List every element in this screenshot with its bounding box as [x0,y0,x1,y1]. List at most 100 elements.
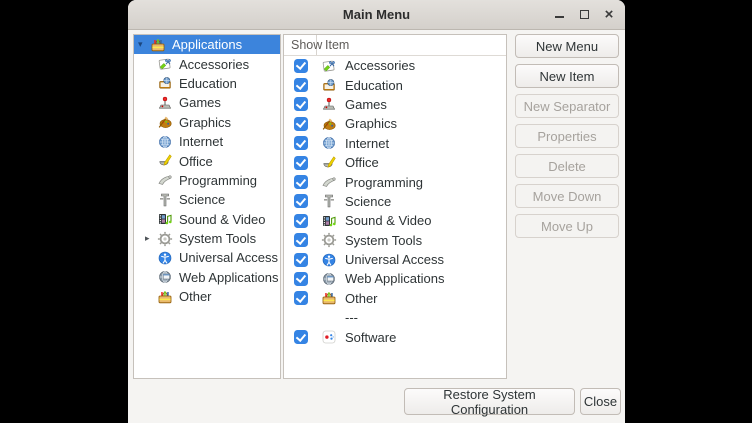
titlebar[interactable]: Main Menu × [128,0,625,30]
applications-icon [150,37,166,53]
show-checkbox[interactable] [294,233,308,247]
show-checkbox-cell [284,233,317,247]
show-checkbox-cell [284,194,317,208]
show-checkbox-cell [284,136,317,150]
list-row-graphics[interactable]: Graphics [284,114,506,133]
show-checkbox[interactable] [294,175,308,189]
tree-row-accessories[interactable]: Accessories [134,54,280,73]
list-row-software[interactable]: Software [284,327,506,346]
show-checkbox[interactable] [294,156,308,170]
tree-item-label: Internet [179,134,223,149]
new-menu-button[interactable]: New Menu [515,34,619,58]
list-row-sound-video[interactable]: Sound & Video [284,211,506,230]
show-checkbox[interactable] [294,59,308,73]
properties-button: Properties [515,124,619,148]
show-checkbox[interactable] [294,253,308,267]
move-down-button: Move Down [515,184,619,208]
tree-item-label: Applications [172,37,242,52]
new-item-button[interactable]: New Item [515,64,619,88]
list-header: Show Item [284,35,506,56]
tree-row-office[interactable]: Office [134,151,280,170]
show-checkbox[interactable] [294,194,308,208]
list-row-system-tools[interactable]: System Tools [284,231,506,250]
list-item-label: Accessories [345,58,415,73]
close-window-button[interactable]: × [601,7,617,23]
list-item-label: Science [345,194,391,209]
sound-video-icon [321,213,337,229]
column-header-show[interactable]: Show [284,35,317,55]
show-checkbox[interactable] [294,291,308,305]
office-icon [321,155,337,171]
graphics-icon [157,114,173,130]
tree-row-web-applications[interactable]: Web Applications [134,268,280,287]
list-item-label: Internet [345,136,389,151]
internet-icon [157,134,173,150]
show-checkbox-cell [284,59,317,73]
show-checkbox[interactable] [294,214,308,228]
menu-tree-panel: ▾ Applications Accessories Education GamesGr… [133,34,281,379]
list-item-label: Other [345,291,378,306]
list-row-universal-access[interactable]: Universal Access [284,250,506,269]
office-icon [157,153,173,169]
show-checkbox-cell [284,214,317,228]
show-checkbox[interactable] [294,272,308,286]
tree-row-programming[interactable]: Programming [134,171,280,190]
tree-row-education[interactable]: Education [134,74,280,93]
list-item-label: --- [345,310,358,325]
tree-row-science[interactable]: Science [134,190,280,209]
list-row-office[interactable]: Office [284,153,506,172]
window-title: Main Menu [343,7,410,22]
show-checkbox-cell [284,78,317,92]
list-row-programming[interactable]: Programming [284,172,506,191]
expander-down-icon[interactable]: ▾ [138,40,150,49]
show-checkbox[interactable] [294,330,308,344]
show-checkbox[interactable] [294,97,308,111]
list-row-science[interactable]: Science [284,192,506,211]
tree-item-label: Education [179,76,237,91]
list-item-label: Universal Access [345,252,444,267]
science-icon [157,192,173,208]
system-tools-icon [157,231,173,247]
tree-row-system-tools[interactable]: ▸ System Tools [134,229,280,248]
list-item-label: Education [345,78,403,93]
tree-row-graphics[interactable]: Graphics [134,113,280,132]
list-row-other[interactable]: Other [284,289,506,308]
list-item-label: Software [345,330,396,345]
minimize-icon [555,16,564,18]
tree-row-games[interactable]: Games [134,93,280,112]
science-icon [321,193,337,209]
show-checkbox-cell [284,97,317,111]
show-checkbox-cell [284,330,317,344]
list-row-education[interactable]: Education [284,75,506,94]
tree-item-label: Science [179,192,225,207]
show-checkbox-cell [284,253,317,267]
icon-placeholder [321,310,337,326]
list-row-separator[interactable]: --- [284,308,506,327]
list-row-accessories[interactable]: Accessories [284,56,506,75]
list-item-label: Games [345,97,387,112]
show-checkbox[interactable] [294,78,308,92]
close-button[interactable]: Close [580,388,621,415]
maximize-button[interactable] [576,7,592,23]
list-row-games[interactable]: Games [284,95,506,114]
list-row-internet[interactable]: Internet [284,134,506,153]
show-checkbox-cell [284,272,317,286]
expander-right-icon[interactable]: ▸ [145,234,157,243]
show-checkbox[interactable] [294,117,308,131]
tree-row-other[interactable]: Other [134,287,280,306]
maximize-icon [580,10,589,19]
list-row-web-applications[interactable]: Web Applications [284,269,506,288]
tree-row-internet[interactable]: Internet [134,132,280,151]
internet-icon [321,135,337,151]
new-separator-button: New Separator [515,94,619,118]
show-checkbox-cell [284,156,317,170]
tree-row-sound-video[interactable]: Sound & Video [134,210,280,229]
tree-row-applications[interactable]: ▾ Applications [134,35,280,54]
list-item-label: Sound & Video [345,213,432,228]
restore-system-configuration-button[interactable]: Restore System Configuration [404,388,575,415]
minimize-button[interactable] [551,7,567,23]
column-header-item[interactable]: Item [317,35,506,55]
tree-item-label: System Tools [179,231,256,246]
show-checkbox[interactable] [294,136,308,150]
tree-row-universal-access[interactable]: Universal Access [134,248,280,267]
